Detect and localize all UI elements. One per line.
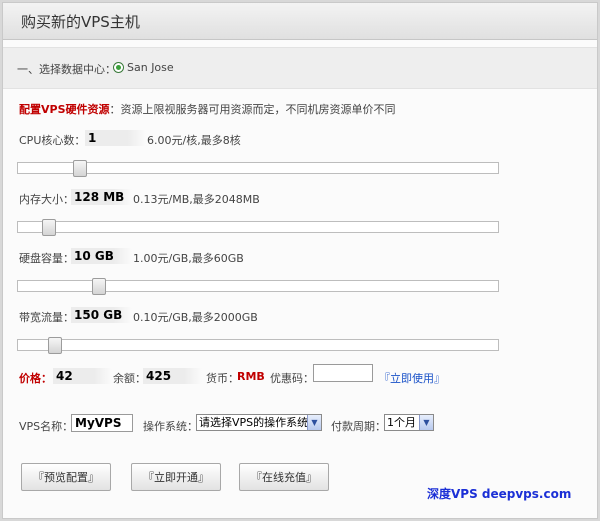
- os-label: 操作系统：: [143, 420, 198, 433]
- preview-config-button[interactable]: 『预览配置』: [21, 463, 111, 491]
- cpu-slider-handle[interactable]: [73, 160, 87, 177]
- period-select-value: 1个月: [387, 416, 416, 429]
- chevron-down-icon[interactable]: ▼: [307, 415, 321, 430]
- price-value: 42: [53, 368, 112, 384]
- purchase-panel: 购买新的VPS主机 一、选择数据中心： San Jose 配置VPS硬件资源：资…: [2, 2, 598, 519]
- datacenter-radio[interactable]: [113, 62, 124, 73]
- bandwidth-label: 带宽流量：: [19, 311, 74, 324]
- config-title: 配置VPS硬件资源: [19, 103, 110, 116]
- memory-info: 0.13元/MB,最多2048MB: [133, 193, 260, 206]
- coupon-label: 优惠码：: [270, 372, 314, 385]
- os-select-value: 请选择VPS的操作系统: [199, 416, 309, 429]
- os-select[interactable]: 请选择VPS的操作系统 ▼: [196, 414, 322, 431]
- vps-name-input[interactable]: MyVPS: [71, 414, 133, 432]
- period-label: 付款周期：: [331, 420, 386, 433]
- price-label: 价格：: [19, 372, 52, 385]
- bandwidth-value: 150 GB: [71, 307, 132, 323]
- bandwidth-info: 0.10元/GB,最多2000GB: [133, 311, 258, 324]
- bandwidth-slider-handle[interactable]: [48, 337, 62, 354]
- vps-name-label: VPS名称：: [19, 420, 74, 433]
- memory-slider-handle[interactable]: [42, 219, 56, 236]
- disk-info: 1.00元/GB,最多60GB: [133, 252, 244, 265]
- memory-slider-track[interactable]: [17, 219, 499, 236]
- cpu-info: 6.00元/核,最多8核: [147, 134, 241, 147]
- cpu-label: CPU核心数：: [19, 134, 86, 147]
- brand-watermark: 深度VPS deepvps.com: [427, 487, 572, 501]
- config-note: ：资源上限视服务器可用资源而定，不同机房资源单价不同: [109, 103, 396, 116]
- memory-label: 内存大小：: [19, 193, 74, 206]
- memory-value: 128 MB: [71, 189, 132, 205]
- coupon-input[interactable]: [313, 364, 373, 382]
- recharge-button[interactable]: 『在线充值』: [239, 463, 329, 491]
- panel-header: 购买新的VPS主机: [3, 3, 597, 40]
- disk-value: 10 GB: [71, 248, 132, 264]
- currency-label: 货币：: [206, 372, 239, 385]
- datacenter-option-label[interactable]: San Jose: [127, 61, 174, 74]
- bandwidth-slider-track[interactable]: [17, 337, 499, 354]
- currency-value: RMB: [237, 370, 265, 383]
- use-coupon-link[interactable]: 『立即使用』: [379, 370, 445, 386]
- balance-label: 余额：: [113, 372, 146, 385]
- datacenter-label: 一、选择数据中心：: [17, 63, 116, 76]
- open-now-button[interactable]: 『立即开通』: [131, 463, 221, 491]
- period-select[interactable]: 1个月 ▼: [384, 414, 434, 431]
- balance-value: 425: [143, 368, 202, 384]
- config-heading: 配置VPS硬件资源：资源上限视服务器可用资源而定，不同机房资源单价不同: [19, 101, 396, 117]
- cpu-slider-track[interactable]: [17, 160, 499, 177]
- cpu-value: 1: [85, 130, 146, 146]
- page-title: 购买新的VPS主机: [21, 13, 140, 31]
- disk-slider-handle[interactable]: [92, 278, 106, 295]
- datacenter-row: 一、选择数据中心： San Jose: [3, 47, 597, 89]
- disk-slider-track[interactable]: [17, 278, 499, 295]
- disk-label: 硬盘容量：: [19, 252, 74, 265]
- chevron-down-icon[interactable]: ▼: [419, 415, 433, 430]
